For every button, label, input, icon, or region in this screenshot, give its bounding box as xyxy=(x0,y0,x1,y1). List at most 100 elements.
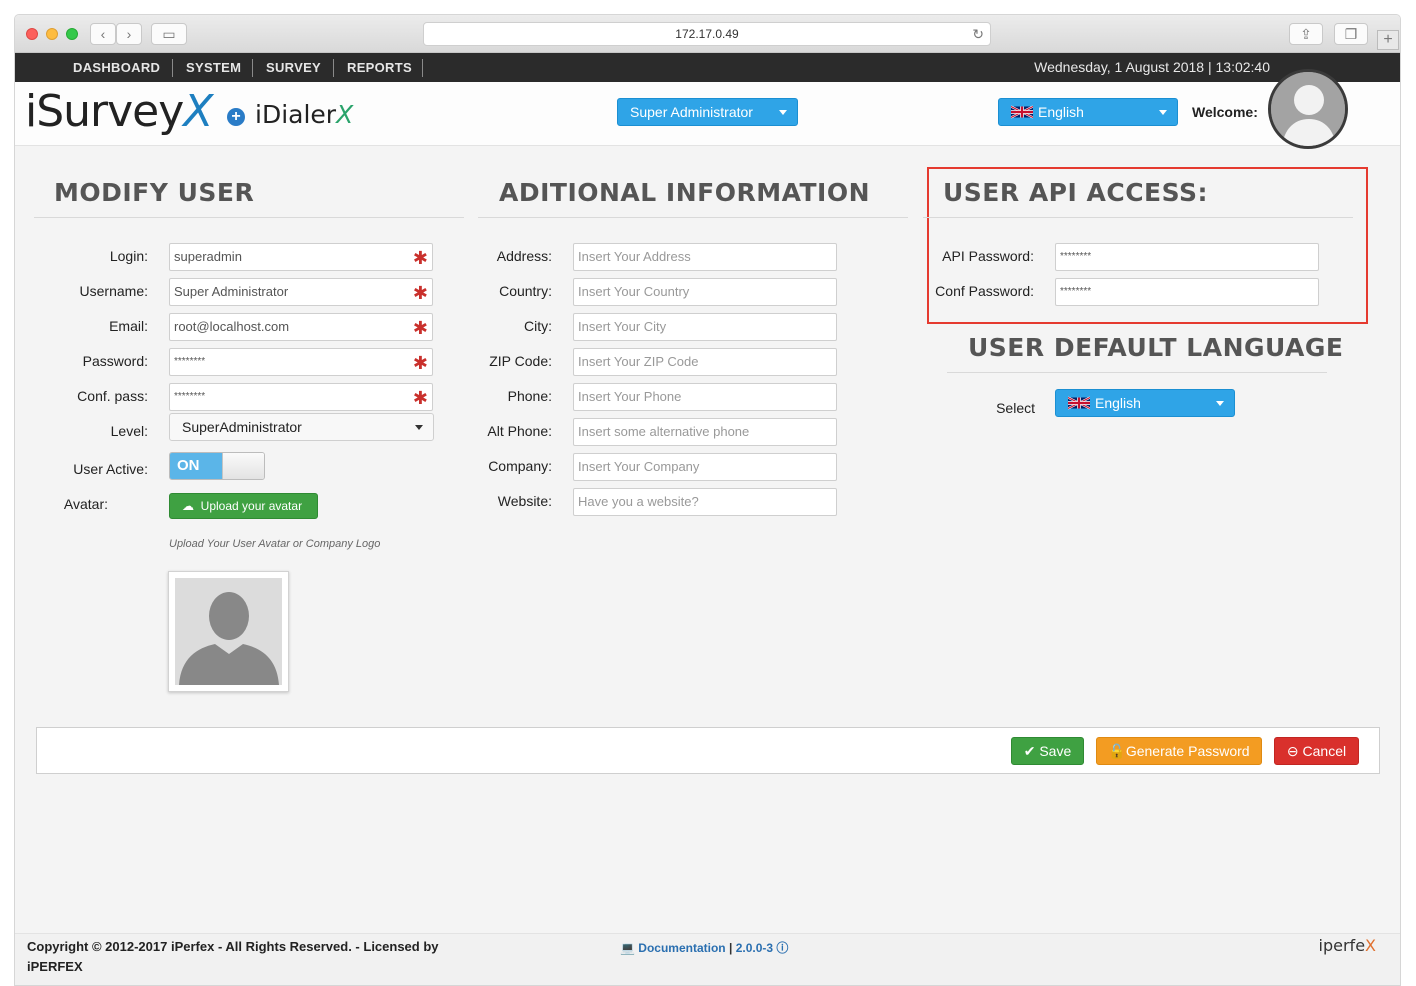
api-password-input[interactable]: ******** xyxy=(1055,243,1319,271)
info-icon: ⓘ xyxy=(776,941,789,955)
welcome-label: Welcome: xyxy=(1192,104,1258,120)
user-active-label: User Active: xyxy=(73,461,148,477)
toggle-on-label: ON xyxy=(170,453,222,479)
back-icon[interactable]: ‹ xyxy=(90,23,116,45)
company-input[interactable]: Insert Your Company xyxy=(573,453,837,481)
idialerx-logo[interactable]: iDialerX xyxy=(255,100,353,129)
login-value: superadmin xyxy=(174,249,242,264)
required-asterisk-icon: ✱ xyxy=(412,283,428,303)
address-bar-text: 172.17.0.49 xyxy=(675,27,739,41)
level-label: Level: xyxy=(110,423,148,439)
logo-main-text: iSurvey xyxy=(25,86,184,137)
address-input[interactable]: Insert Your Address xyxy=(573,243,837,271)
conf-pass-input[interactable]: ******** ✱ xyxy=(169,383,433,411)
user-silhouette-icon xyxy=(1271,72,1345,146)
brand-text: iperfe xyxy=(1318,936,1366,955)
forward-icon[interactable]: › xyxy=(116,23,142,45)
share-icon[interactable]: ⇪ xyxy=(1289,23,1323,45)
minimize-window-button[interactable] xyxy=(46,28,58,40)
nav-dashboard[interactable]: DASHBOARD xyxy=(73,53,160,82)
close-window-button[interactable] xyxy=(26,28,38,40)
country-input[interactable]: Insert Your Country xyxy=(573,278,837,306)
uk-flag-icon xyxy=(1011,105,1033,119)
save-button[interactable]: ✔ Save xyxy=(1011,737,1084,765)
default-language-dropdown[interactable]: English xyxy=(1055,389,1235,417)
maximize-window-button[interactable] xyxy=(66,28,78,40)
password-input[interactable]: ******** ✱ xyxy=(169,348,433,376)
required-asterisk-icon: ✱ xyxy=(412,388,428,408)
avatar-preview-image xyxy=(175,578,282,685)
tabs-overview-icon[interactable]: ❐ xyxy=(1334,23,1368,45)
address-bar[interactable]: 172.17.0.49 ↻ xyxy=(423,22,991,46)
copyright-text: Copyright © 2012-2017 iPerfex - All Righ… xyxy=(27,939,439,974)
footer: Copyright © 2012-2017 iPerfex - All Righ… xyxy=(15,933,1400,985)
cloud-upload-icon: ☁ xyxy=(182,499,194,513)
sidebar-toggle-icon[interactable]: ▭ xyxy=(151,23,187,45)
iperfex-logo: iperfeX xyxy=(1319,936,1376,955)
city-input[interactable]: Insert Your City xyxy=(573,313,837,341)
role-dropdown[interactable]: Super Administrator xyxy=(617,98,798,126)
email-input[interactable]: root@localhost.com ✱ xyxy=(169,313,433,341)
divider xyxy=(478,217,908,218)
nav-survey[interactable]: SURVEY xyxy=(266,53,321,82)
phone-placeholder: Insert Your Phone xyxy=(578,389,682,404)
alt-phone-label: Alt Phone: xyxy=(487,423,552,439)
website-input[interactable]: Have you a website? xyxy=(573,488,837,516)
required-asterisk-icon: ✱ xyxy=(412,353,428,373)
nav-separator xyxy=(422,59,423,77)
upload-hint: Upload Your User Avatar or Company Logo xyxy=(169,538,381,550)
upload-avatar-button[interactable]: ☁ Upload your avatar xyxy=(169,493,318,519)
password-value: ******** xyxy=(174,356,206,367)
company-placeholder: Insert Your Company xyxy=(578,459,700,474)
nav-separator xyxy=(252,59,253,77)
conf-pass-label: Conf. pass: xyxy=(77,388,148,404)
new-tab-button[interactable]: + xyxy=(1377,30,1399,50)
cancel-button[interactable]: ⊖ Cancel xyxy=(1274,737,1359,765)
conf-password-value: ******** xyxy=(1060,286,1092,297)
upload-avatar-label: Upload your avatar xyxy=(200,499,303,513)
api-password-label: API Password: xyxy=(942,248,1034,264)
default-language-value: English xyxy=(1095,395,1141,411)
city-placeholder: Insert Your City xyxy=(578,319,667,334)
brand-x: X xyxy=(1365,936,1376,955)
modify-user-title: MODIFY USER xyxy=(54,178,255,207)
additional-info-title: ADITIONAL INFORMATION xyxy=(499,178,871,207)
website-placeholder: Have you a website? xyxy=(578,494,699,509)
isurveyx-logo[interactable]: iSurveyX xyxy=(25,86,213,137)
username-input[interactable]: Super Administrator ✱ xyxy=(169,278,433,306)
level-select[interactable]: SuperAdministrator xyxy=(169,413,434,441)
current-datetime: Wednesday, 1 August 2018 | 13:02:40 xyxy=(1034,59,1270,75)
conf-pass-value: ******** xyxy=(174,391,206,402)
plus-icon: + xyxy=(227,108,245,126)
nav-reports[interactable]: REPORTS xyxy=(347,53,412,82)
alt-phone-placeholder: Insert some alternative phone xyxy=(578,424,750,439)
chevron-down-icon xyxy=(1216,401,1224,406)
username-label: Username: xyxy=(79,283,148,299)
divider xyxy=(947,372,1327,373)
user-avatar[interactable] xyxy=(1268,69,1348,149)
default-language-title: USER DEFAULT LANGUAGE xyxy=(968,333,1344,362)
email-label: Email: xyxy=(109,318,148,334)
conf-password-label: Conf Password: xyxy=(935,283,1034,299)
documentation-link[interactable]: 💻 Documentation | 2.0.0-3 ⓘ xyxy=(620,939,788,956)
phone-input[interactable]: Insert Your Phone xyxy=(573,383,837,411)
logo-main-x: X xyxy=(183,86,213,137)
minus-circle-icon: ⊖ xyxy=(1286,743,1299,759)
address-label: Address: xyxy=(496,248,552,264)
login-input[interactable]: superadmin ✱ xyxy=(169,243,433,271)
zip-code-label: ZIP Code: xyxy=(489,353,552,369)
zip-code-placeholder: Insert Your ZIP Code xyxy=(578,354,699,369)
nav-system[interactable]: SYSTEM xyxy=(186,53,241,82)
zip-code-input[interactable]: Insert Your ZIP Code xyxy=(573,348,837,376)
browser-toolbar: ‹ › ▭ 172.17.0.49 ↻ ⇪ ❐ xyxy=(15,15,1400,53)
conf-password-input[interactable]: ******** xyxy=(1055,278,1319,306)
login-label: Login: xyxy=(109,248,148,264)
nav-separator xyxy=(172,59,173,77)
user-active-toggle[interactable]: ON xyxy=(169,452,265,480)
generate-password-button[interactable]: 🔓Generate Password xyxy=(1096,737,1262,765)
reload-icon[interactable]: ↻ xyxy=(972,23,984,45)
company-label: Company: xyxy=(488,458,552,474)
save-label: Save xyxy=(1039,743,1072,759)
alt-phone-input[interactable]: Insert some alternative phone xyxy=(573,418,837,446)
language-dropdown[interactable]: English xyxy=(998,98,1178,126)
